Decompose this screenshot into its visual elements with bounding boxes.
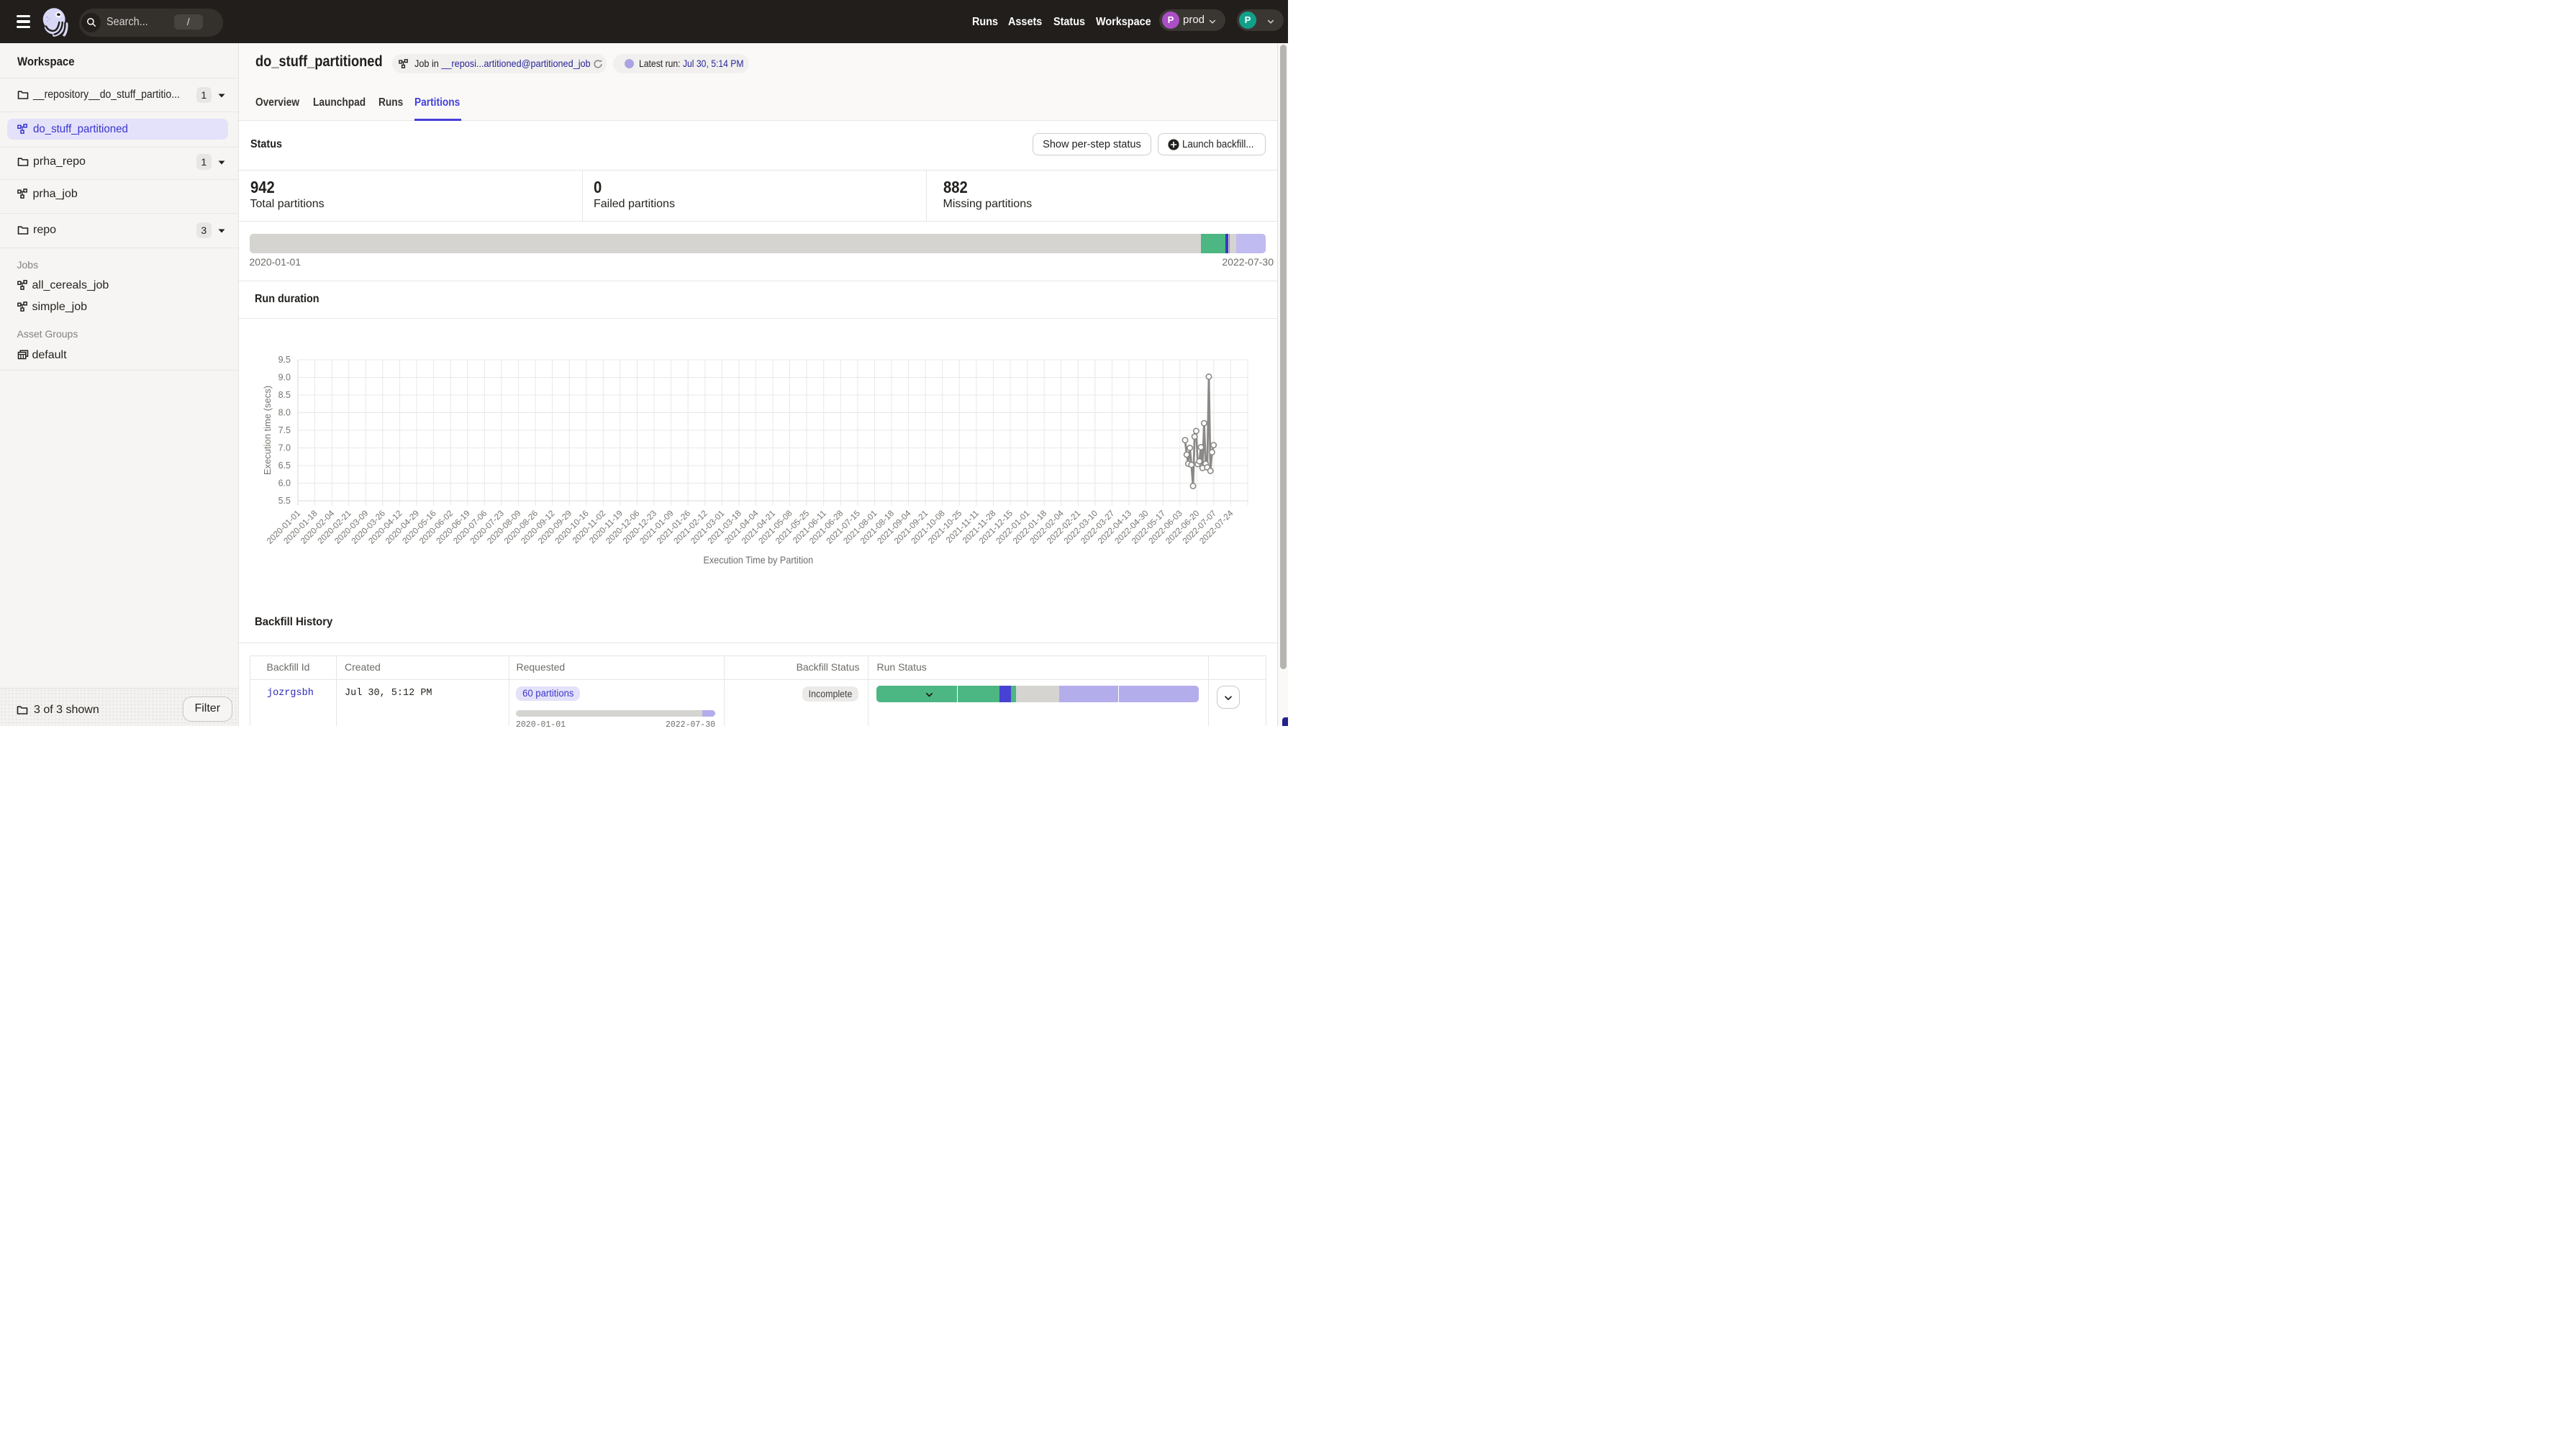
svg-text:9.5: 9.5	[278, 355, 291, 365]
svg-text:5.5: 5.5	[278, 496, 291, 506]
svg-text:9.0: 9.0	[278, 373, 291, 383]
svg-text:7.0: 7.0	[278, 443, 291, 453]
svg-text:6.5: 6.5	[278, 460, 291, 471]
svg-text:Execution time (secs): Execution time (secs)	[262, 386, 273, 475]
svg-text:7.5: 7.5	[278, 425, 291, 435]
svg-text:8.5: 8.5	[278, 390, 291, 400]
svg-text:6.0: 6.0	[278, 478, 291, 489]
svg-text:8.0: 8.0	[278, 408, 291, 418]
